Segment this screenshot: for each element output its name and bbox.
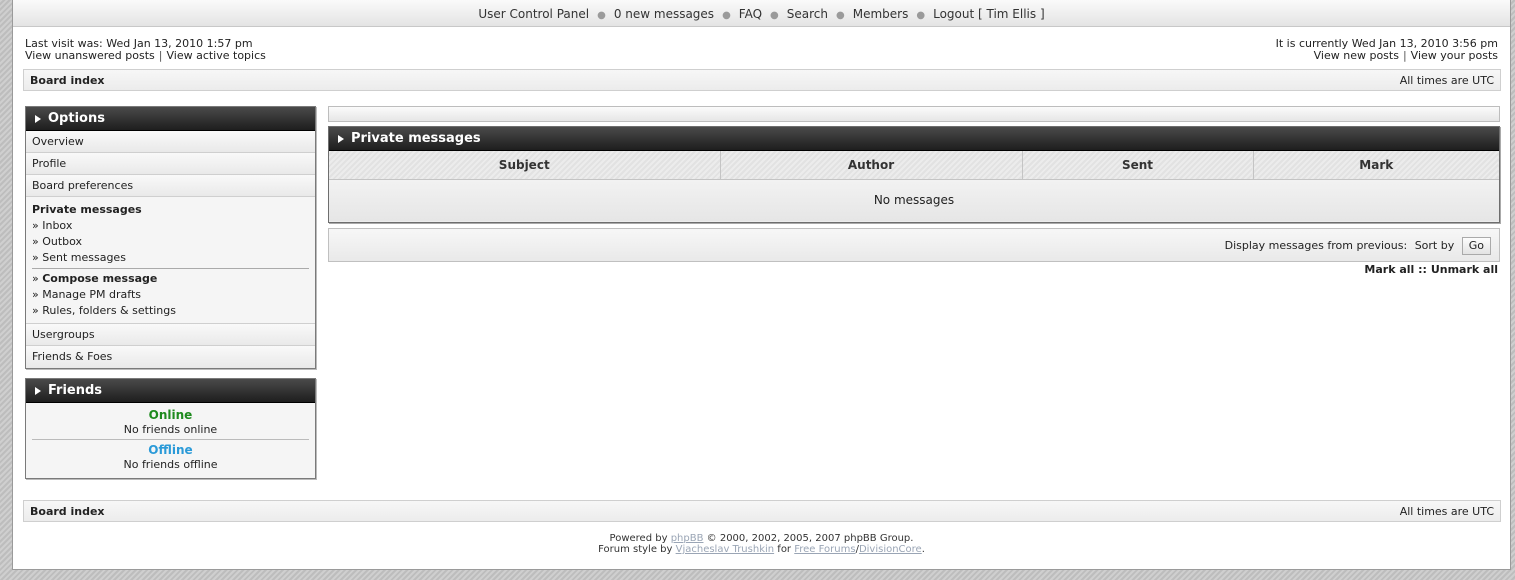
- sort-label: Sort by: [1414, 239, 1455, 252]
- nav-members[interactable]: Members: [853, 7, 909, 21]
- no-messages: No messages: [329, 179, 1499, 221]
- display-label: Display messages from previous:: [1224, 239, 1408, 252]
- mark-all-link[interactable]: Mark all: [1364, 263, 1414, 276]
- bullet-icon: ●: [770, 10, 779, 21]
- free-forums-link[interactable]: Free Forums: [794, 544, 855, 555]
- phpbb-link[interactable]: phpBB: [671, 533, 704, 544]
- options-header[interactable]: Options: [26, 107, 315, 131]
- pm-table: Subject Author Sent Mark: [329, 151, 1499, 180]
- nav-faq[interactable]: FAQ: [739, 7, 762, 21]
- triangle-right-icon: [35, 387, 41, 395]
- unmark-all-link[interactable]: Unmark all: [1431, 263, 1498, 276]
- nav-logout[interactable]: Logout [ Tim Ellis ]: [933, 7, 1045, 21]
- sidebar-item-overview[interactable]: Overview: [26, 131, 315, 153]
- breadcrumb-bottom: Board index All times are UTC: [23, 500, 1501, 522]
- time-info: It is currently Wed Jan 13, 2010 3:56 pm…: [1275, 37, 1498, 62]
- visit-info: Last visit was: Wed Jan 13, 2010 1:57 pm…: [25, 37, 266, 62]
- sidebar-item-usergroups[interactable]: Usergroups: [26, 324, 315, 346]
- divisioncore-link[interactable]: DivisionCore: [859, 544, 922, 555]
- col-mark: Mark: [1253, 151, 1499, 180]
- bullet-icon: ●: [836, 10, 845, 21]
- profile-link[interactable]: Profile: [32, 157, 66, 170]
- display-options-bar: Display messages from previous: Sort by …: [328, 228, 1500, 262]
- overview-link[interactable]: Overview: [32, 135, 84, 148]
- new-posts-link[interactable]: View new posts: [1314, 49, 1399, 62]
- bullet-icon: ●: [722, 10, 731, 21]
- board-index-link[interactable]: Board index: [30, 501, 105, 522]
- for-text: for: [777, 544, 792, 555]
- tabs-bar: [328, 106, 1500, 122]
- rules-folders-link[interactable]: » Rules, folders & settings: [32, 304, 176, 317]
- style-author-link[interactable]: Vjacheslav Trushkin: [676, 544, 775, 555]
- nav-search[interactable]: Search: [787, 7, 828, 21]
- period: .: [921, 544, 925, 555]
- friends-foes-link[interactable]: Friends & Foes: [32, 350, 112, 363]
- col-subject: Subject: [329, 151, 721, 180]
- pm-title: Private messages: [351, 131, 481, 146]
- style-by: Forum style by: [598, 544, 673, 555]
- go-button[interactable]: Go: [1461, 237, 1491, 255]
- inbox-link[interactable]: » Inbox: [32, 219, 72, 232]
- nav-ucp[interactable]: User Control Panel: [478, 7, 589, 21]
- friends-panel: Friends Online No friends online Offline…: [25, 378, 316, 479]
- board-index-link[interactable]: Board index: [30, 70, 105, 91]
- mark-separator: ::: [1418, 263, 1427, 276]
- sent-messages-link[interactable]: » Sent messages: [32, 251, 126, 264]
- bullet-icon: ●: [916, 10, 926, 21]
- pm-drafts-link[interactable]: » Manage PM drafts: [32, 288, 141, 301]
- offline-heading: Offline: [148, 443, 193, 457]
- no-friends-offline: No friends offline: [123, 458, 218, 471]
- options-title: Options: [48, 111, 105, 126]
- active-topics-link[interactable]: View active topics: [166, 49, 265, 62]
- divider: [32, 268, 309, 269]
- usergroups-link[interactable]: Usergroups: [32, 328, 95, 341]
- timezone-note: All times are UTC: [1399, 74, 1494, 87]
- page: User Control Panel ● 0 new messages ● FAQ ● Se…: [12, 0, 1511, 570]
- pm-section-title[interactable]: Private messages: [32, 202, 309, 218]
- sidebar-item-friends-foes[interactable]: Friends & Foes: [26, 346, 315, 368]
- triangle-right-icon: [338, 135, 344, 143]
- sidebar-item-profile[interactable]: Profile: [26, 153, 315, 175]
- friends-title: Friends: [48, 383, 103, 398]
- mark-links: Mark all :: Unmark all: [1364, 263, 1498, 276]
- breadcrumb: Board index All times are UTC: [23, 69, 1501, 91]
- your-posts-link[interactable]: View your posts: [1411, 49, 1498, 62]
- compose-message-link[interactable]: Compose message: [42, 272, 157, 285]
- outbox-link[interactable]: » Outbox: [32, 235, 82, 248]
- online-heading: Online: [148, 408, 193, 422]
- copyright: © 2000, 2002, 2005, 2007 phpBB Group.: [706, 533, 914, 544]
- timezone-note: All times are UTC: [1399, 505, 1494, 518]
- nav-new-messages[interactable]: 0 new messages: [614, 7, 714, 21]
- powered-by: Powered by: [609, 533, 668, 544]
- triangle-right-icon: [35, 115, 41, 123]
- no-friends-online: No friends online: [123, 423, 218, 436]
- top-nav: User Control Panel ● 0 new messages ● FAQ ● Se…: [13, 0, 1510, 27]
- friends-body: Online No friends online Offline No frie…: [26, 403, 315, 478]
- unanswered-link[interactable]: View unanswered posts: [25, 49, 155, 62]
- friends-header[interactable]: Friends: [26, 379, 315, 403]
- col-author: Author: [720, 151, 1023, 180]
- board-preferences-link[interactable]: Board preferences: [32, 179, 133, 192]
- options-panel: Options Overview Profile Board preferenc…: [25, 106, 316, 369]
- col-sent: Sent: [1022, 151, 1254, 180]
- pm-box: Private messages Subject Author Sent Mar…: [328, 126, 1500, 223]
- sidebar-item-board-preferences[interactable]: Board preferences: [26, 175, 315, 197]
- pm-section: Private messages » Inbox » Outbox » Sent…: [26, 197, 315, 324]
- divider: [32, 439, 309, 440]
- footer: Powered by phpBB © 2000, 2002, 2005, 200…: [13, 533, 1510, 555]
- pm-header[interactable]: Private messages: [329, 127, 1499, 151]
- bullet-icon: ●: [597, 10, 606, 21]
